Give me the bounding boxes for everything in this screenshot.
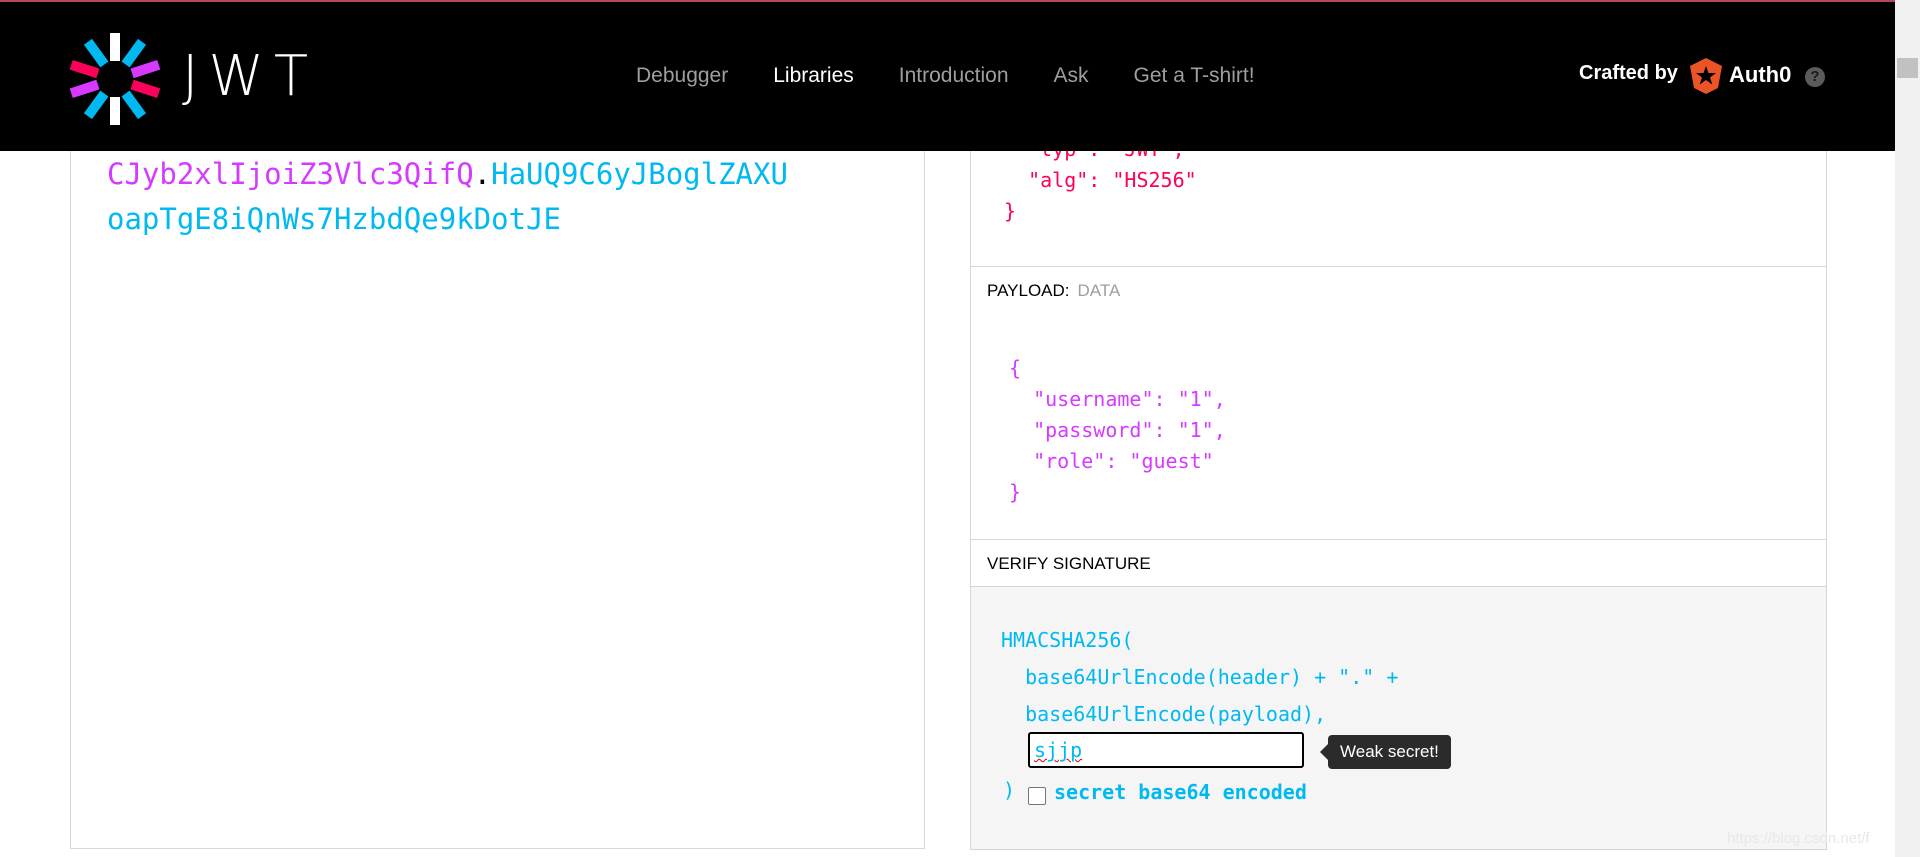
verify-title: VERIFY SIGNATURE (987, 554, 1151, 573)
nav-ask[interactable]: Ask (1054, 64, 1089, 88)
payload-section-bar: PAYLOAD: DATA (971, 267, 1826, 314)
payload-subtitle: DATA (1077, 281, 1121, 300)
help-icon[interactable]: ? (1805, 67, 1825, 87)
crafted-by-label: Crafted by (1579, 62, 1678, 84)
watermark: https://blog.csdn.net/f (1727, 830, 1870, 847)
decoded-panel: "typ": "JWT", "alg": "HS256" } PAYLOAD: D… (970, 151, 1827, 850)
token-line-2: oapTgE8iQnWs7HzbdQe9kDotJE (107, 202, 561, 236)
token-dot: . (473, 157, 492, 191)
header-json-box[interactable]: "typ": "JWT", "alg": "HS256" } (971, 151, 1826, 267)
encoded-token-panel[interactable] (70, 151, 925, 849)
verify-code: HMACSHA256( base64UrlEncode(header) + ".… (1001, 628, 1399, 726)
verify-signature-box: HMACSHA256( base64UrlEncode(header) + ".… (971, 587, 1826, 849)
payload-json-box[interactable]: { "username": "1", "password": "1", "rol… (971, 313, 1826, 540)
secret-input[interactable]: sjjp (1028, 732, 1304, 768)
main-nav: Debugger Libraries Introduction Ask Get … (636, 64, 1300, 88)
weak-secret-tooltip: Weak secret! (1320, 735, 1451, 769)
token-line-1: CJyb2xlIjoiZ3Vlc3QifQ.HaUQ9C6yJBoglZAXU (107, 152, 837, 197)
page-scrollbar[interactable] (1895, 0, 1920, 857)
nav-introduction[interactable]: Introduction (899, 64, 1009, 88)
jwt-logo-icon[interactable] (69, 33, 161, 125)
payload-title: PAYLOAD: (987, 281, 1070, 300)
navbar: JWT Debugger Libraries Introduction Ask … (0, 2, 1895, 151)
nav-t-shirt[interactable]: Get a T-shirt! (1134, 64, 1255, 88)
payload-json: { "username": "1", "password": "1", "rol… (1009, 356, 1226, 504)
logo-text[interactable]: JWT (182, 49, 318, 105)
token-signature-part: HaUQ9C6yJBoglZAXU (491, 157, 788, 191)
header-json: "typ": "JWT", "alg": "HS256" } (1004, 151, 1197, 223)
auth0-brand[interactable]: Auth0 (1729, 62, 1791, 88)
nav-libraries[interactable]: Libraries (773, 64, 854, 88)
verify-section-bar: VERIFY SIGNATURE (971, 540, 1826, 587)
token-payload-part: CJyb2xlIjoiZ3Vlc3QifQ (107, 157, 474, 191)
scrollbar-thumb[interactable] (1897, 58, 1918, 78)
secret-value: sjjp (1034, 738, 1083, 762)
auth0-shield-icon[interactable] (1689, 57, 1723, 95)
base64-checkbox-label[interactable]: secret base64 encoded (1054, 780, 1307, 804)
base64-checkbox[interactable] (1028, 787, 1046, 805)
encoded-token-text[interactable]: CJyb2xlIjoiZ3Vlc3QifQ.HaUQ9C6yJBoglZAXU … (107, 152, 837, 242)
closing-paren: ) (1003, 778, 1016, 802)
nav-debugger[interactable]: Debugger (636, 64, 728, 88)
